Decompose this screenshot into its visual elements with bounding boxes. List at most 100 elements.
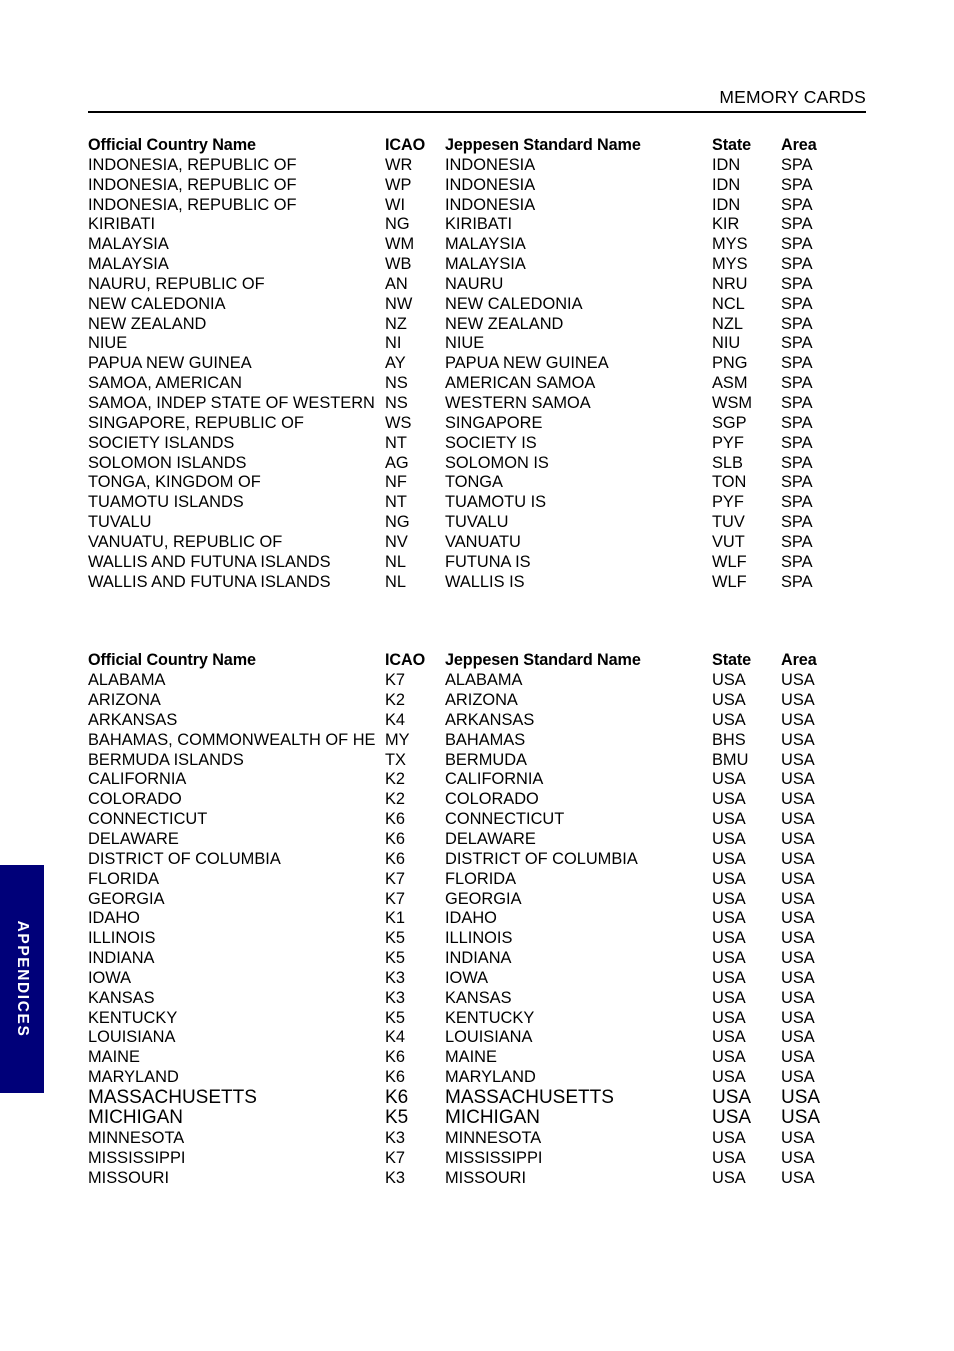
cell-area-code: SPA [781, 393, 813, 412]
cell-icao-code: WB [385, 255, 412, 274]
header-divider [88, 111, 866, 113]
cell-icao-code: K3 [385, 988, 406, 1007]
table-row: MALAYSIA WB MALAYSIA MYS SPA [88, 255, 888, 275]
table-row: CONNECTICUT K6 CONNECTICUT USA USA [88, 810, 888, 830]
cell-state-code: USA [712, 1068, 746, 1087]
cell-area-code: USA [781, 730, 815, 749]
cell-area-code: USA [781, 671, 815, 690]
cell-state-code: TUV [712, 513, 745, 532]
cell-state-code: MYS [712, 235, 748, 254]
cell-state-code: BMU [712, 750, 749, 769]
cell-icao-code: NS [385, 393, 408, 412]
cell-jeppesen-name: LOUISIANA [445, 1028, 533, 1047]
cell-jeppesen-name: SOCIETY IS [445, 433, 537, 452]
cell-country-name: MISSISSIPPI [88, 1148, 186, 1167]
cell-country-name: BAHAMAS, COMMONWEALTH OF HE [88, 730, 376, 749]
cell-jeppesen-name: DELAWARE [445, 830, 536, 848]
table-row: PAPUA NEW GUINEA AY PAPUA NEW GUINEA PNG SPA [88, 354, 888, 374]
appendices-side-tab[interactable]: APPENDICES [0, 865, 44, 1093]
cell-area-code: SPA [781, 513, 813, 532]
cell-state-code: USA [712, 691, 746, 710]
cell-area-code: USA [781, 849, 815, 868]
cell-area-code: SPA [781, 453, 813, 472]
cell-jeppesen-name: NAURU [445, 274, 504, 293]
cell-state-code: PYF [712, 433, 744, 452]
table-row: KIRIBATI NG KIRIBATI KIR SPA [88, 215, 888, 235]
cell-state-code: USA [712, 1028, 746, 1047]
table-row: KANSAS K3 KANSAS USA USA [88, 989, 888, 1009]
cell-country-name: MALAYSIA [88, 235, 169, 254]
cell-area-code: SPA [781, 552, 813, 571]
cell-state-code: SLB [712, 453, 743, 472]
cell-jeppesen-name: NEW CALEDONIA [445, 294, 583, 313]
cell-area-code: SPA [781, 314, 813, 333]
table-row: INDIANA K5 INDIANA USA USA [88, 949, 888, 969]
cell-icao-code: MY [385, 730, 410, 749]
table-row: DELAWARE K6 DELAWARE USA USA [88, 830, 888, 850]
cell-icao-code: K1 [385, 909, 406, 928]
cell-jeppesen-name: SOLOMON IS [445, 453, 549, 472]
column-header-icao-code: ICAO [385, 651, 426, 670]
cell-country-name: INDONESIA, REPUBLIC OF [88, 155, 297, 174]
cell-state-code: IDN [712, 155, 741, 174]
cell-icao-code: NL [385, 552, 406, 571]
cell-country-name: TONGA, KINGDOM OF [88, 473, 261, 492]
cell-country-name: SOCIETY ISLANDS [88, 433, 235, 452]
cell-state-code: USA [712, 810, 746, 829]
cell-state-code: USA [712, 830, 746, 848]
cell-jeppesen-name: ALABAMA [445, 671, 523, 690]
cell-country-name: NIUE [88, 334, 128, 353]
cell-country-name: CALIFORNIA [88, 770, 187, 789]
table-row: MISSISSIPPI K7 MISSISSIPPI USA USA [88, 1149, 888, 1169]
cell-country-name: ILLINOIS [88, 929, 156, 948]
cell-icao-code: K5 [385, 1107, 409, 1129]
cell-country-name: ARKANSAS [88, 710, 178, 729]
cell-state-code: PNG [712, 354, 748, 373]
cell-area-code: USA [781, 869, 815, 888]
cell-area-code: SPA [781, 493, 813, 512]
cell-area-code: SPA [781, 255, 813, 274]
cell-jeppesen-name: VANUATU [445, 532, 521, 551]
table-row: KENTUCKY K5 KENTUCKY USA USA [88, 1009, 888, 1029]
cell-jeppesen-name: IOWA [445, 968, 489, 987]
table-row: SOCIETY ISLANDS NT SOCIETY IS PYF SPA [88, 434, 888, 454]
cell-state-code: USA [712, 949, 746, 968]
cell-country-name: SAMOA, AMERICAN [88, 374, 242, 393]
table-row: SAMOA, AMERICAN NS AMERICAN SAMOA ASM SPA [88, 374, 888, 394]
cell-icao-code: K4 [385, 1028, 406, 1047]
cell-icao-code: K6 [385, 849, 406, 868]
cell-state-code: IDN [712, 175, 741, 194]
cell-country-name: INDONESIA, REPUBLIC OF [88, 195, 297, 214]
table-row: IDAHO K1 IDAHO USA USA [88, 909, 888, 929]
cell-area-code: SPA [781, 354, 813, 373]
table-row: TUVALU NG TUVALU TUV SPA [88, 513, 888, 533]
column-header-icao-code: ICAO [385, 136, 426, 154]
cell-country-name: ARIZONA [88, 691, 161, 710]
cell-jeppesen-name: KIRIBATI [445, 215, 513, 234]
cell-area-code: USA [781, 1008, 815, 1027]
cell-country-name: NEW CALEDONIA [88, 294, 226, 313]
cell-country-name: SOLOMON ISLANDS [88, 453, 247, 472]
cell-jeppesen-name: CALIFORNIA [445, 770, 544, 789]
cell-area-code: SPA [781, 433, 813, 452]
tables-container: Official Country Name ICAO Jeppesen Standa… [88, 136, 888, 1189]
cell-state-code: BHS [712, 730, 746, 749]
cell-state-code: USA [712, 869, 746, 888]
cell-jeppesen-name: ARKANSAS [445, 710, 535, 729]
cell-jeppesen-name: MICHIGAN [445, 1107, 540, 1129]
cell-icao-code: NZ [385, 314, 407, 333]
cell-state-code: IDN [712, 195, 741, 214]
cell-jeppesen-name: COLORADO [445, 790, 539, 809]
cell-icao-code: K6 [385, 1048, 406, 1067]
cell-area-code: USA [781, 830, 815, 848]
table-header-row: Official Country Name ICAO Jeppesen Standa… [88, 136, 888, 156]
cell-icao-code: NS [385, 374, 408, 393]
cell-state-code: VUT [712, 532, 745, 551]
cell-jeppesen-name: TONGA [445, 473, 503, 492]
table-row: INDONESIA, REPUBLIC OF WR INDONESIA IDN SPA [88, 156, 888, 176]
cell-state-code: USA [712, 671, 746, 690]
cell-jeppesen-name: ARIZONA [445, 691, 518, 710]
table-row: TUAMOTU ISLANDS NT TUAMOTU IS PYF SPA [88, 493, 888, 513]
table-row: NEW CALEDONIA NW NEW CALEDONIA NCL SPA [88, 295, 888, 315]
cell-country-name: CONNECTICUT [88, 810, 208, 829]
